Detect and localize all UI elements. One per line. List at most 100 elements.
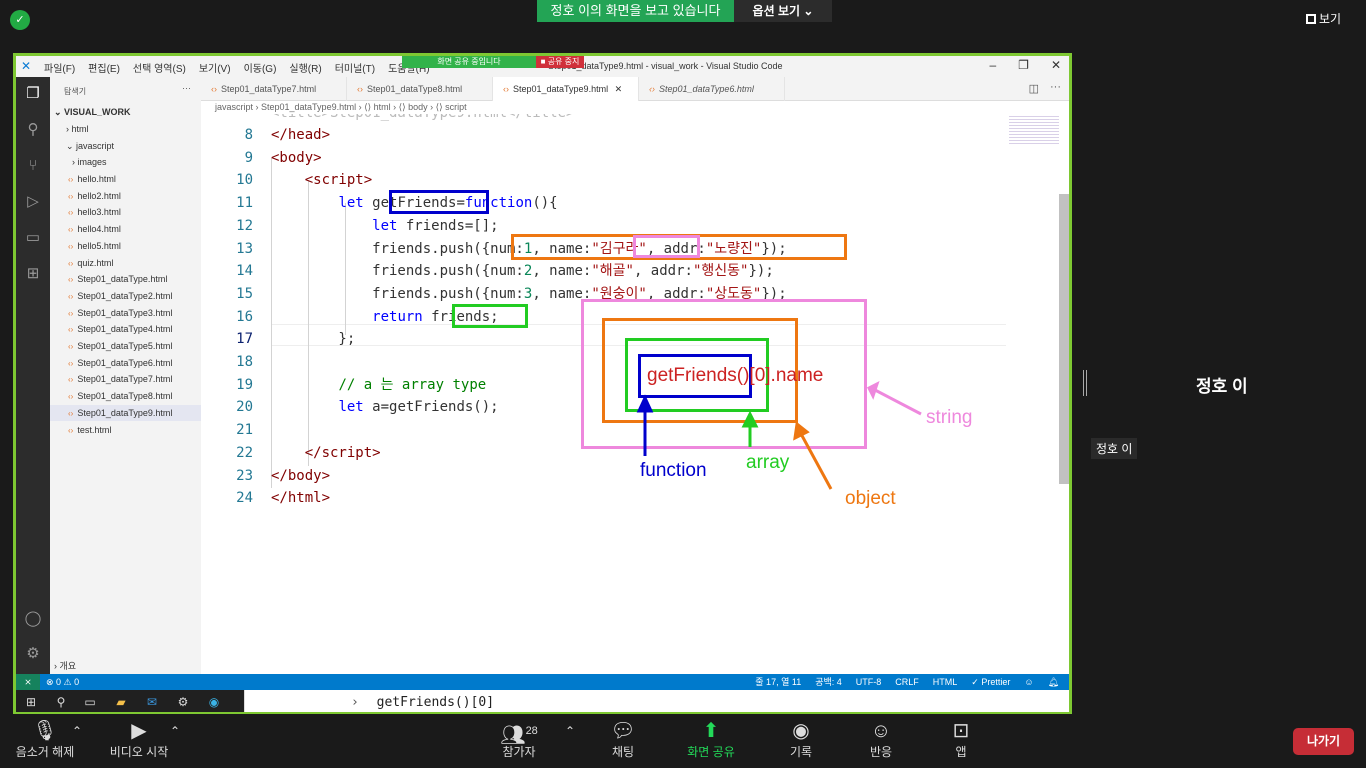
view-options-button[interactable]: 옵션 보기 ⌄ xyxy=(734,0,832,22)
file-item[interactable]: ‹› Step01_dataType4.html xyxy=(50,321,201,337)
console-prompt-icon: › xyxy=(351,695,359,710)
file-item[interactable]: ‹› hello2.html xyxy=(50,188,201,204)
workspace-root[interactable]: ⌄ VISUAL_WORK xyxy=(54,104,131,120)
view-layout-button[interactable]: 보기 xyxy=(1306,10,1356,28)
menu-terminal[interactable]: 터미널(T) xyxy=(335,60,375,75)
encoding[interactable]: UTF-8 xyxy=(856,674,882,690)
problems-indicator[interactable]: ⊗ 0 ⚠ 0 xyxy=(46,674,79,690)
file-item[interactable]: ‹› Step01_dataType.html xyxy=(50,271,201,287)
indent-setting[interactable]: 공백: 4 xyxy=(815,674,842,690)
file-item[interactable]: ‹› hello3.html xyxy=(50,204,201,220)
more-actions-icon[interactable]: ··· xyxy=(182,83,191,93)
reactions-button[interactable]: ☺ 반응 xyxy=(856,714,906,768)
security-shield-icon[interactable]: ✓ xyxy=(10,10,30,30)
stop-share-button[interactable]: ■ 공유 중지 xyxy=(536,56,584,68)
file-item[interactable]: ‹› hello4.html xyxy=(50,221,201,237)
folder-html[interactable]: › html xyxy=(66,121,89,137)
html-file-icon: ‹› xyxy=(68,275,74,285)
language-mode[interactable]: HTML xyxy=(933,674,958,690)
participants-options-caret[interactable]: ⌃ xyxy=(563,714,577,768)
annotation-arrows xyxy=(636,381,922,490)
line-ending[interactable]: CRLF xyxy=(895,674,919,690)
mail-icon[interactable]: ✉ xyxy=(145,695,159,709)
menu-go[interactable]: 이동(G) xyxy=(244,60,277,75)
file-item[interactable]: ‹› test.html xyxy=(50,422,201,438)
feedback-icon[interactable]: ☺ xyxy=(1024,674,1033,690)
more-icon[interactable]: ··· xyxy=(1050,81,1061,93)
start-video-label: 비디오 시작 xyxy=(109,745,169,759)
split-editor-icon[interactable]: ◫ xyxy=(1029,82,1039,95)
file-item[interactable]: ‹› Step01_dataType8.html xyxy=(50,388,201,404)
extensions-icon[interactable]: ⊞ xyxy=(24,265,42,283)
file-item[interactable]: ‹› hello5.html xyxy=(50,238,201,254)
settings-icon[interactable]: ⚙ xyxy=(176,695,190,709)
start-video-button[interactable]: ▶︎ 비디오 시작 xyxy=(104,714,174,768)
annotation-label-array: array xyxy=(746,452,790,473)
code-editor[interactable]: <title>Step01_dataType9.html</title> 8</… xyxy=(201,114,1069,674)
remote-explorer-icon[interactable]: ▭ xyxy=(24,229,42,247)
remote-indicator-icon[interactable]: ⨯ xyxy=(16,674,40,690)
run-debug-icon[interactable]: ▷ xyxy=(24,193,42,211)
panel-resize-handle[interactable] xyxy=(1083,370,1087,396)
notifications-icon[interactable]: 🔔︎ xyxy=(1048,674,1059,690)
edge-browser-icon[interactable]: ◉ xyxy=(207,695,221,709)
menu-file[interactable]: 파일(F) xyxy=(44,60,75,75)
prettier-status[interactable]: ✓ Prettier xyxy=(971,674,1010,690)
file-item[interactable]: ‹› Step01_dataType5.html xyxy=(50,338,201,354)
cursor-position[interactable]: 줄 17, 열 11 xyxy=(755,674,801,690)
file-label: quiz.html xyxy=(77,257,114,268)
video-options-caret[interactable]: ⌃ xyxy=(168,714,182,768)
search-icon[interactable]: ⚲ xyxy=(24,121,42,139)
minimize-icon[interactable]: – xyxy=(989,58,996,72)
settings-gear-icon[interactable]: ⚙ xyxy=(24,645,42,663)
folder-javascript[interactable]: ⌄ javascript xyxy=(66,138,114,154)
task-view-icon[interactable]: ▭ xyxy=(83,695,97,709)
windows-start-icon[interactable]: ⊞ xyxy=(24,695,38,709)
restore-icon[interactable]: ❐ xyxy=(1018,58,1029,72)
menu-selection[interactable]: 선택 영역(S) xyxy=(133,60,186,75)
screen-sharing-pill[interactable]: 화면 공유 중입니다 xyxy=(402,56,536,68)
leave-button[interactable]: 나가기 xyxy=(1293,728,1354,755)
file-item[interactable]: ‹› Step01_dataType6.html xyxy=(50,355,201,371)
close-tab-icon[interactable]: ✕ xyxy=(615,84,623,94)
share-screen-button[interactable]: ⬆ 화면 공유 xyxy=(681,714,741,768)
breadcrumb[interactable]: javascript › Step01_dataType9.html › ⟨⟩ … xyxy=(201,101,1069,114)
tab-step01-datatype8[interactable]: ‹› Step01_dataType8.html xyxy=(347,77,493,101)
file-item[interactable]: ‹› Step01_dataType9.html xyxy=(50,404,201,421)
menu-view[interactable]: 보기(V) xyxy=(199,60,231,75)
browser-console-input[interactable]: › getFriends()[0] xyxy=(244,690,1069,712)
file-explorer-icon[interactable]: ▰ xyxy=(114,695,128,709)
tab-step01-datatype9[interactable]: ‹› Step01_dataType9.html ✕ xyxy=(493,77,639,101)
file-item[interactable]: ‹› hello.html xyxy=(50,171,201,187)
html-file-icon: ‹› xyxy=(68,208,74,218)
source-control-icon[interactable]: ⑂ xyxy=(24,157,42,175)
close-icon[interactable]: ✕ xyxy=(1051,58,1061,72)
tab-step01-datatype6[interactable]: ‹› Step01_dataType6.html xyxy=(639,77,785,101)
apps-button[interactable]: ⊡ 앱 xyxy=(936,714,986,768)
chevron-up-icon: ⌃ xyxy=(71,724,83,738)
participants-button[interactable]: 👥︎28 참가자 xyxy=(494,714,544,768)
explorer-icon[interactable]: ❐ xyxy=(24,85,42,103)
file-item[interactable]: ‹› quiz.html xyxy=(50,255,201,271)
tab-step01-datatype7[interactable]: ‹› Step01_dataType7.html xyxy=(201,77,347,101)
taskbar-search-icon[interactable]: ⚲ xyxy=(54,695,68,709)
outline-section[interactable]: › 개요 xyxy=(54,658,76,674)
chevron-up-icon: ⌃ xyxy=(169,724,181,738)
file-item[interactable]: ‹› Step01_dataType3.html xyxy=(50,305,201,321)
folder-images[interactable]: › images xyxy=(72,154,107,170)
html-file-icon: ‹› xyxy=(68,241,74,251)
chat-icon: 💬︎ xyxy=(610,720,636,742)
menu-bar: 파일(F) 편집(E) 선택 영역(S) 보기(V) 이동(G) 실행(R) 터… xyxy=(44,60,430,75)
menu-run[interactable]: 실행(R) xyxy=(289,60,321,75)
file-item[interactable]: ‹› Step01_dataType7.html xyxy=(50,371,201,387)
chat-button[interactable]: 💬︎ 채팅 xyxy=(598,714,648,768)
file-label: hello2.html xyxy=(77,190,121,201)
audio-options-caret[interactable]: ⌃ xyxy=(70,714,84,768)
record-button[interactable]: ◉ 기록 xyxy=(776,714,826,768)
html-file-icon: ‹› xyxy=(68,358,74,368)
file-item[interactable]: ‹› Step01_dataType2.html xyxy=(50,288,201,304)
html-file-icon: ‹› xyxy=(68,258,74,268)
chevron-up-icon: ⌃ xyxy=(564,724,576,738)
account-icon[interactable]: ◯ xyxy=(24,610,42,628)
menu-edit[interactable]: 편집(E) xyxy=(88,60,120,75)
